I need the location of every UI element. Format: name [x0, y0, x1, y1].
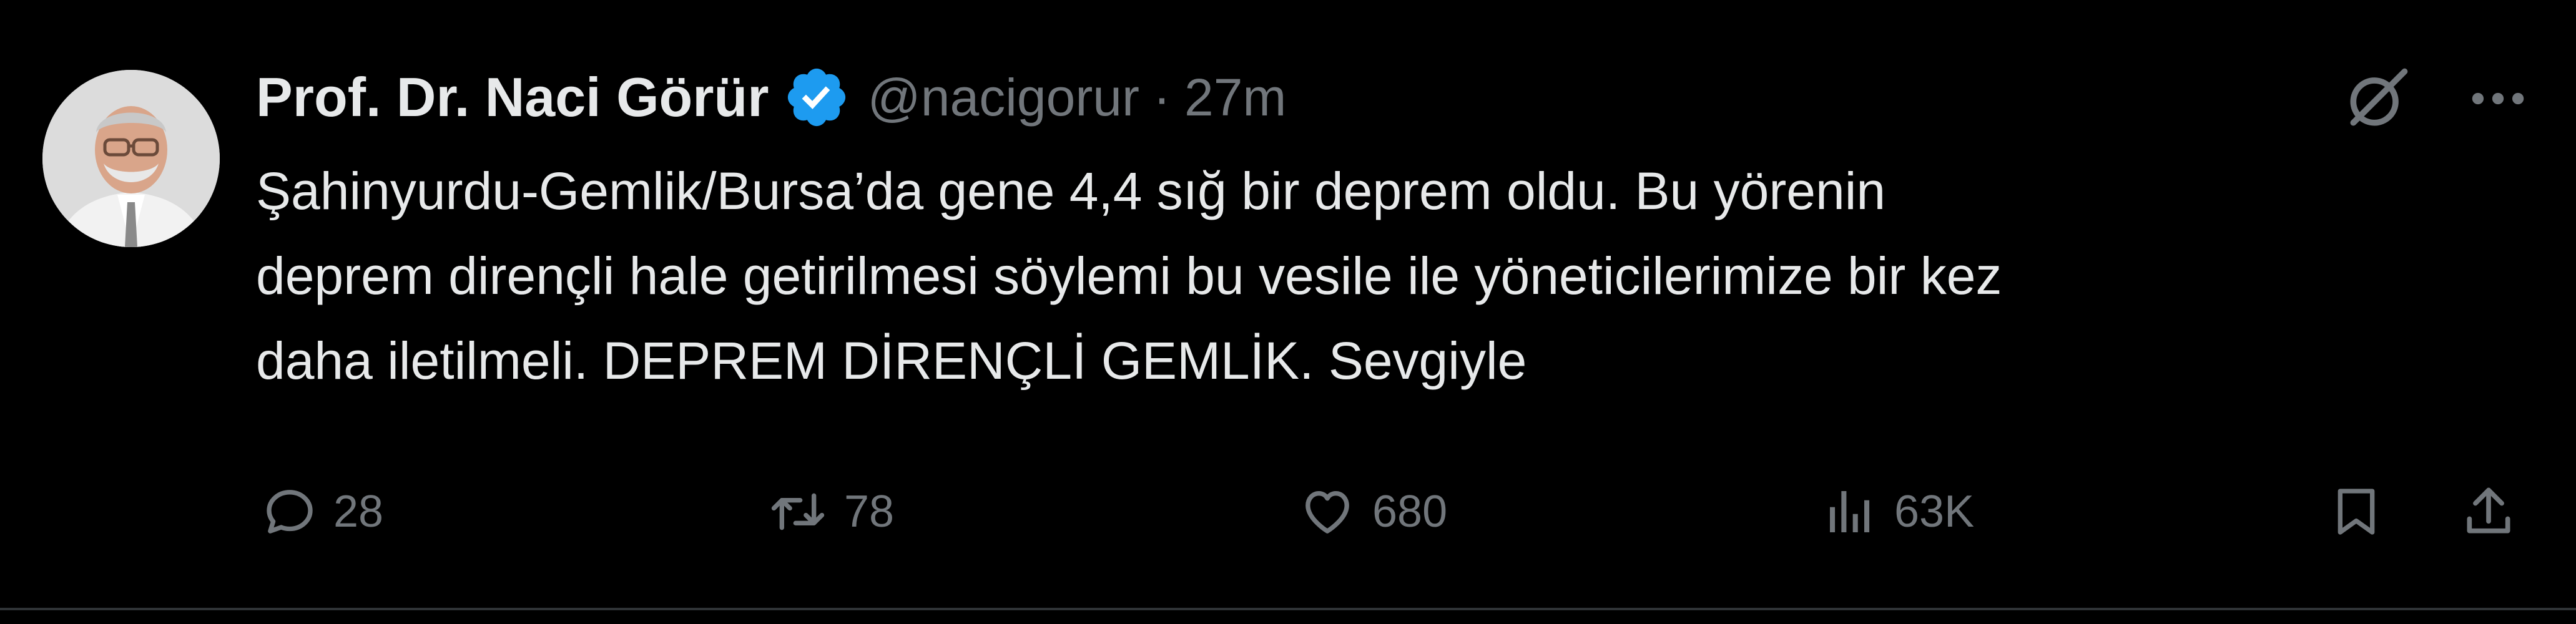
retweet-button[interactable]: 78: [768, 462, 894, 562]
reply-count: 28: [333, 487, 384, 537]
bookmark-icon: [2329, 482, 2384, 542]
reply-icon: [262, 484, 317, 539]
retweet-icon: [768, 484, 828, 539]
author-handle[interactable]: @nacigorur: [868, 67, 1139, 128]
views-button[interactable]: 63K: [1823, 462, 1974, 562]
avatar[interactable]: [42, 70, 220, 247]
tweet-actions: 28 78 680 63K: [250, 462, 2535, 562]
verified-badge-icon[interactable]: [783, 64, 850, 131]
tweet-text: Şahinyurdu-Gemlik/Bursa’da gene 4,4 sığ …: [256, 149, 2541, 403]
tweet-text-line: daha iletilmeli. DEPREM DİRENÇLİ GEMLİK.…: [256, 331, 1527, 390]
retweet-count: 78: [844, 487, 895, 537]
tweet-header: Prof. Dr. Naci Görür @nacigorur · 27m: [256, 60, 1286, 135]
tweet[interactable]: Prof. Dr. Naci Görür @nacigorur · 27m Şa: [0, 0, 2576, 624]
views-count: 63K: [1894, 487, 1975, 537]
reply-button[interactable]: 28: [262, 462, 383, 562]
share-button[interactable]: [2460, 462, 2517, 562]
separator-dot: ·: [1153, 67, 1171, 127]
tweet-text-line: deprem dirençli hale getirilmesi söylemi…: [256, 246, 2002, 305]
like-count: 680: [1372, 487, 1448, 537]
tweet-divider: [0, 608, 2576, 610]
heart-icon: [1299, 484, 1356, 539]
grok-icon[interactable]: [2341, 62, 2414, 135]
timestamp[interactable]: 27m: [1184, 67, 1286, 128]
views-icon: [1823, 484, 1878, 539]
tweet-top-actions: [2341, 62, 2532, 135]
like-button[interactable]: 680: [1299, 462, 1447, 562]
share-icon: [2460, 482, 2517, 542]
author-name[interactable]: Prof. Dr. Naci Görür: [256, 66, 769, 129]
more-icon[interactable]: [2464, 64, 2532, 133]
bookmark-button[interactable]: [2329, 462, 2384, 562]
tweet-text-line: Şahinyurdu-Gemlik/Bursa’da gene 4,4 sığ …: [256, 162, 1886, 220]
